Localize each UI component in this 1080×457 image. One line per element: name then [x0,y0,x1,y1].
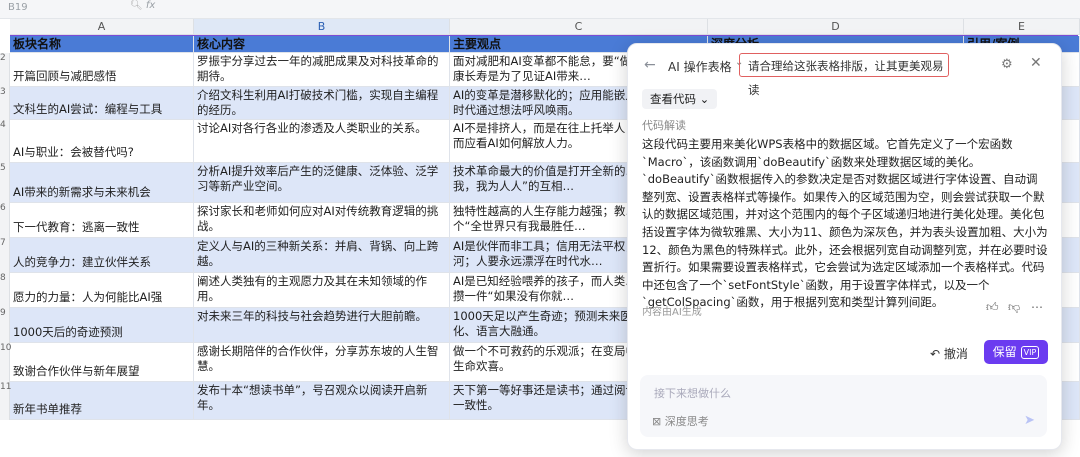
row-number[interactable]: 5 [0,163,10,203]
table-cell[interactable]: AI带来的新需求与未来机会 [10,163,194,202]
cell-reference[interactable]: B19 [8,2,108,16]
fx-icon[interactable]: 🔍︎ fx [130,0,200,16]
table-cell[interactable]: 对未来三年的科技与社会趋势进行大胆前瞻。 [194,308,450,342]
undo-button[interactable]: ↶ 撤消 [930,345,968,362]
table-cell[interactable]: 文科生的AI尝试：编程与工具 [10,87,194,119]
gear-icon[interactable]: ⚙ [1001,57,1013,72]
table-cell[interactable]: AI与职业：会被替代吗? [10,120,194,162]
table-cell[interactable]: 下一代教育：逃离一致性 [10,203,194,237]
prompt-text[interactable]: 请合理给这张表格排版，让其更美观易读 [739,53,949,97]
table-cell[interactable]: 新年书单推荐 [10,382,194,419]
table-cell[interactable]: 阐述人类独有的主观愿力及其在未知领域的作用。 [194,273,450,307]
more-icon[interactable]: ⋯ [1031,300,1043,314]
table-cell[interactable]: 定义人与AI的三种新关系：并肩、背锅、向上跨越。 [194,238,450,272]
table-cell[interactable]: 介绍文科生利用AI打破技术门槛，实现自主编程的经历。 [194,87,450,119]
row-number[interactable]: 2 [0,53,10,87]
formula-bar: B19 🔍︎ fx [0,0,1080,19]
header-cell[interactable]: 核心内容 [194,36,450,52]
table-cell[interactable]: 罗振宇分享过去一年的减肥成果及对科技革命的期待。 [194,53,450,86]
keep-button[interactable]: 保留 VIP [984,340,1048,364]
table-cell[interactable]: 愿力的力量：人为何能比AI强 [10,273,194,307]
table-cell[interactable]: 人的竞争力：建立伙伴关系 [10,238,194,272]
table-cell[interactable]: 致谢合作伙伴与新年展望 [10,343,194,381]
close-icon[interactable]: ✕ [1030,55,1042,71]
selection-border [10,35,1078,36]
column-header-c[interactable]: C [450,19,708,35]
view-code-button[interactable]: 查看代码 ⌄ [642,89,718,109]
column-header-e[interactable]: E [964,19,1080,35]
arrow-left-icon[interactable]: ← [644,57,656,73]
table-cell[interactable]: 1000天后的奇迹预测 [10,308,194,342]
view-code-label: 查看代码 [650,92,696,106]
table-cell[interactable]: 探讨家长和老师如何应对AI对传统教育逻辑的挑战。 [194,203,450,237]
table-cell[interactable]: 发布十本“想读书单”，号召观众以阅读开启新年。 [194,382,450,419]
send-icon[interactable]: ➤ [1024,413,1035,428]
ai-assistant-panel: ← AI 操作表格 ⌄ 请合理给这张表格排版，让其更美观易读 ⚙ ✕ 查看代码 … [627,43,1062,450]
table-cell[interactable]: 讨论AI对各行各业的渗透及人类职业的关系。 [194,120,450,162]
undo-label: 撤消 [943,347,968,361]
column-header-d[interactable]: D [708,19,964,35]
row-number[interactable]: 4 [0,120,10,163]
table-cell[interactable]: 分析AI提升效率后产生的泛健康、泛体验、泛学习等新产业空间。 [194,163,450,202]
ai-generated-note: 内容由AI生成 [642,307,702,318]
header-cell[interactable]: 板块名称 [10,36,194,52]
row-number[interactable]: 3 [0,87,10,120]
table-cell[interactable]: 开篇回顾与减肥感悟 [10,53,194,86]
keep-label: 保留 [992,345,1017,359]
ai-mode-title[interactable]: AI 操作表格 [668,58,732,75]
thumbs-down-icon[interactable]: 👎︎ [1008,300,1020,315]
panel-header: ← AI 操作表格 ⌄ 请合理给这张表格排版，让其更美观易读 ⚙ ✕ [628,44,1061,97]
vip-badge: VIP [1020,346,1040,359]
column-header-b[interactable]: B [194,19,450,35]
input-placeholder: 接下来想做什么 [654,387,731,400]
row-number[interactable]: 7 [0,238,10,273]
row-number[interactable]: 11 [0,382,11,420]
column-header-a[interactable]: A [10,19,194,35]
deep-think-toggle[interactable]: ⊠ 深度思考 [652,413,709,429]
row-number[interactable]: 8 [0,273,10,308]
deep-think-label: 深度思考 [664,415,709,428]
row-number[interactable]: 10 [0,343,11,382]
section-label: 代码解读 [642,119,686,132]
fx-label: fx [145,0,156,11]
code-explanation: 这段代码主要用来美化WPS表格中的数据区域。它首先定义了一个宏函数`Macro`… [642,137,1048,310]
row-number[interactable]: 6 [0,203,10,238]
prompt-input[interactable]: 接下来想做什么 ⊠ 深度思考 ➤ [640,375,1047,437]
table-cell[interactable]: 感谢长期陪伴的合作伙伴，分享苏东坡的人生智慧。 [194,343,450,381]
thumbs-up-icon[interactable]: 👍︎ [986,300,999,315]
row-number[interactable]: 9 [0,308,10,343]
